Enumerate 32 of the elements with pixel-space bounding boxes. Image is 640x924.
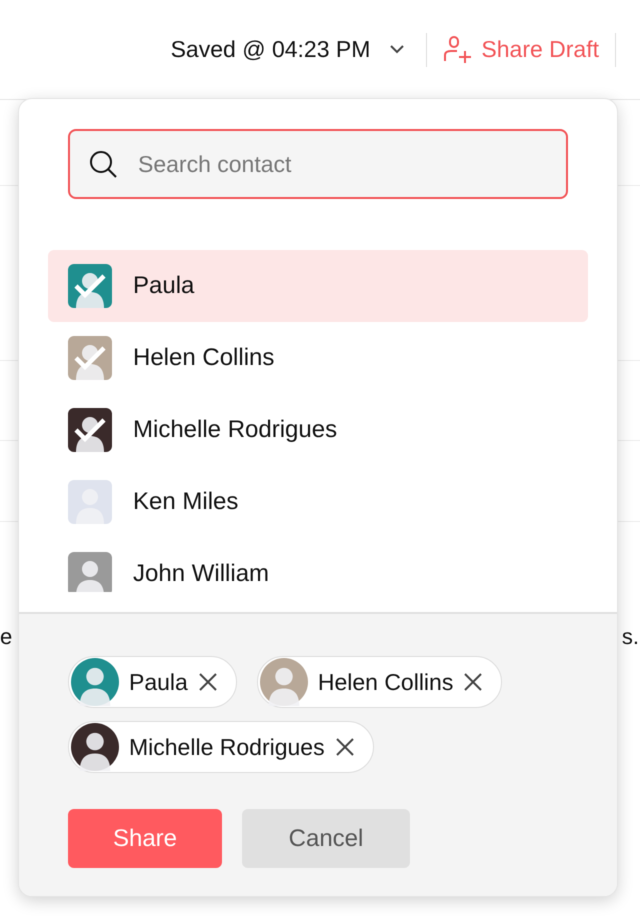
cancel-button[interactable]: Cancel [242, 809, 410, 868]
contact-item[interactable]: Ken Miles [48, 466, 588, 538]
close-icon[interactable] [198, 672, 218, 692]
contact-chip: Michelle Rodrigues [68, 721, 374, 773]
avatar-icon [71, 658, 119, 706]
contact-name: Ken Miles [133, 488, 238, 516]
chevron-down-icon[interactable] [390, 45, 404, 54]
contact-chip: Helen Collins [256, 656, 502, 708]
avatar-icon [260, 658, 308, 706]
avatar-icon [68, 552, 112, 592]
avatar-icon [71, 723, 119, 771]
background-text: e [0, 624, 12, 650]
search-field[interactable]: Search contact [68, 129, 568, 199]
contact-name: Helen Collins [133, 344, 274, 372]
close-icon[interactable] [463, 672, 484, 692]
avatar-icon [68, 480, 112, 524]
saved-status: Saved @ 04:23 PM [170, 36, 370, 63]
contact-name: Paula [133, 272, 194, 300]
contact-name: John William [133, 560, 270, 588]
contact-item[interactable]: Paula [48, 250, 588, 322]
close-icon[interactable] [334, 737, 355, 757]
contact-item[interactable]: Helen Collins [48, 322, 588, 394]
background-text: s. [622, 624, 639, 650]
user-plus-icon [443, 34, 474, 64]
search-icon [88, 149, 118, 179]
contact-name: Michelle Rodrigues [133, 416, 338, 444]
avatar-icon [68, 336, 112, 380]
contact-item[interactable]: Michelle Rodrigues [48, 394, 588, 466]
contact-item[interactable]: John William [48, 538, 588, 592]
avatar-icon [68, 408, 112, 452]
avatar-icon [68, 264, 112, 308]
contact-chip: Paula [68, 656, 237, 708]
